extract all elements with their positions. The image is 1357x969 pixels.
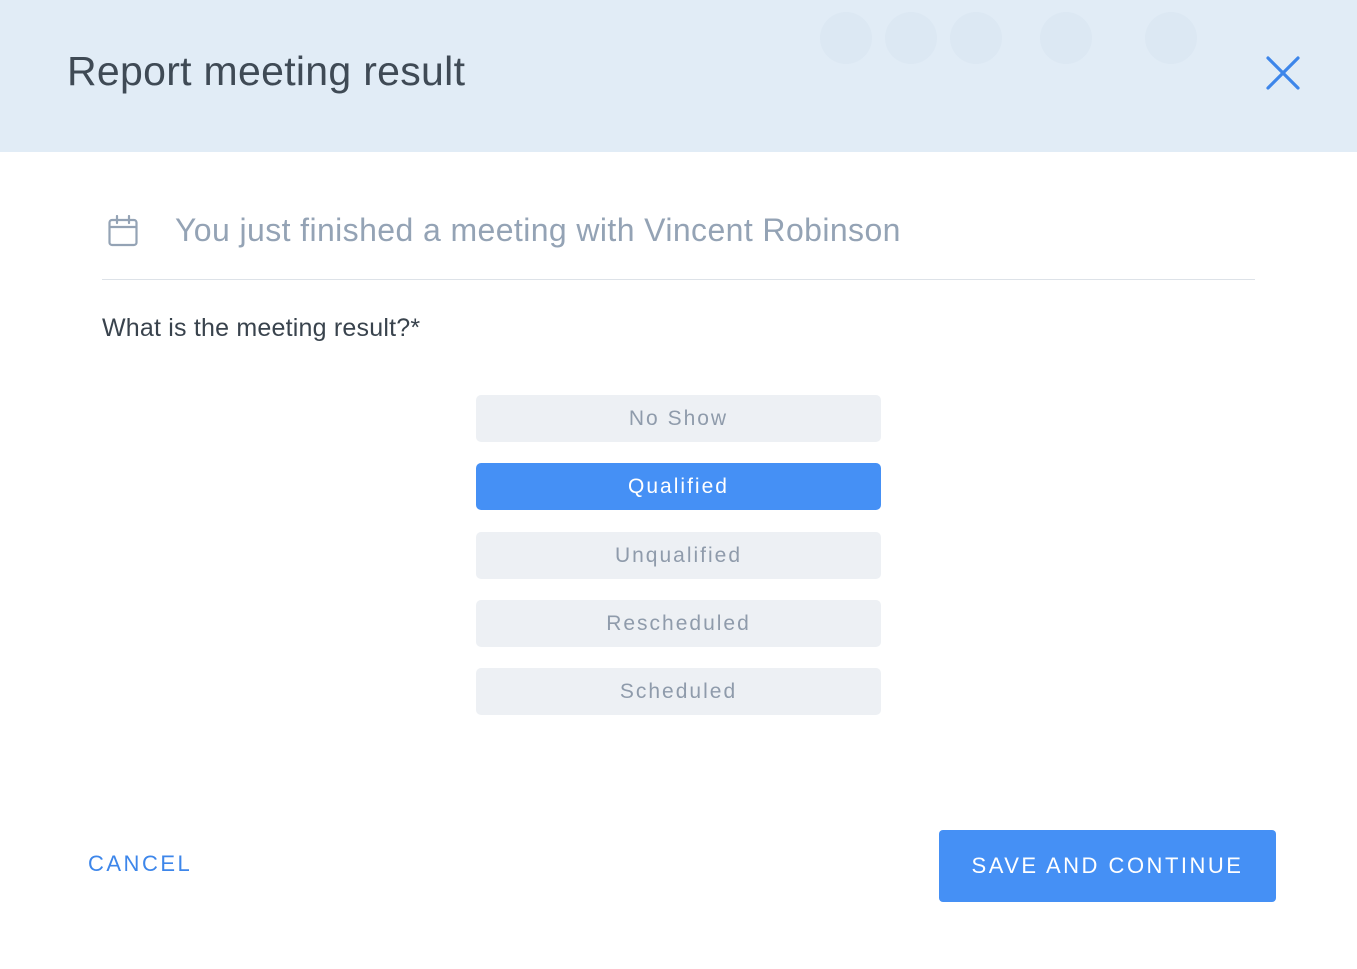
option-no-show[interactable]: No Show (476, 395, 881, 442)
cancel-button[interactable]: CANCEL (88, 851, 192, 877)
header-background-avatar (820, 12, 872, 64)
meeting-info-text: You just finished a meeting with Vincent… (175, 212, 901, 248)
close-icon (1266, 56, 1300, 90)
option-rescheduled[interactable]: Rescheduled (476, 600, 881, 647)
header-background-avatar (950, 12, 1002, 64)
option-unqualified[interactable]: Unqualified (476, 532, 881, 579)
calendar-icon (108, 215, 138, 247)
option-scheduled[interactable]: Scheduled (476, 668, 881, 715)
meeting-info-row: You just finished a meeting with Vincent… (102, 196, 1255, 280)
save-and-continue-button[interactable]: SAVE AND CONTINUE (939, 830, 1276, 902)
header-background-avatar (1040, 12, 1092, 64)
header-background-avatar (1145, 12, 1197, 64)
close-button[interactable] (1260, 50, 1306, 96)
modal-title: Report meeting result (67, 48, 466, 94)
header-background-avatar (885, 12, 937, 64)
modal-header: Report meeting result (0, 0, 1357, 152)
report-meeting-result-modal: Report meeting result You just finished … (0, 0, 1357, 969)
question-label: What is the meeting result?* (102, 314, 421, 342)
option-qualified[interactable]: Qualified (476, 463, 881, 510)
